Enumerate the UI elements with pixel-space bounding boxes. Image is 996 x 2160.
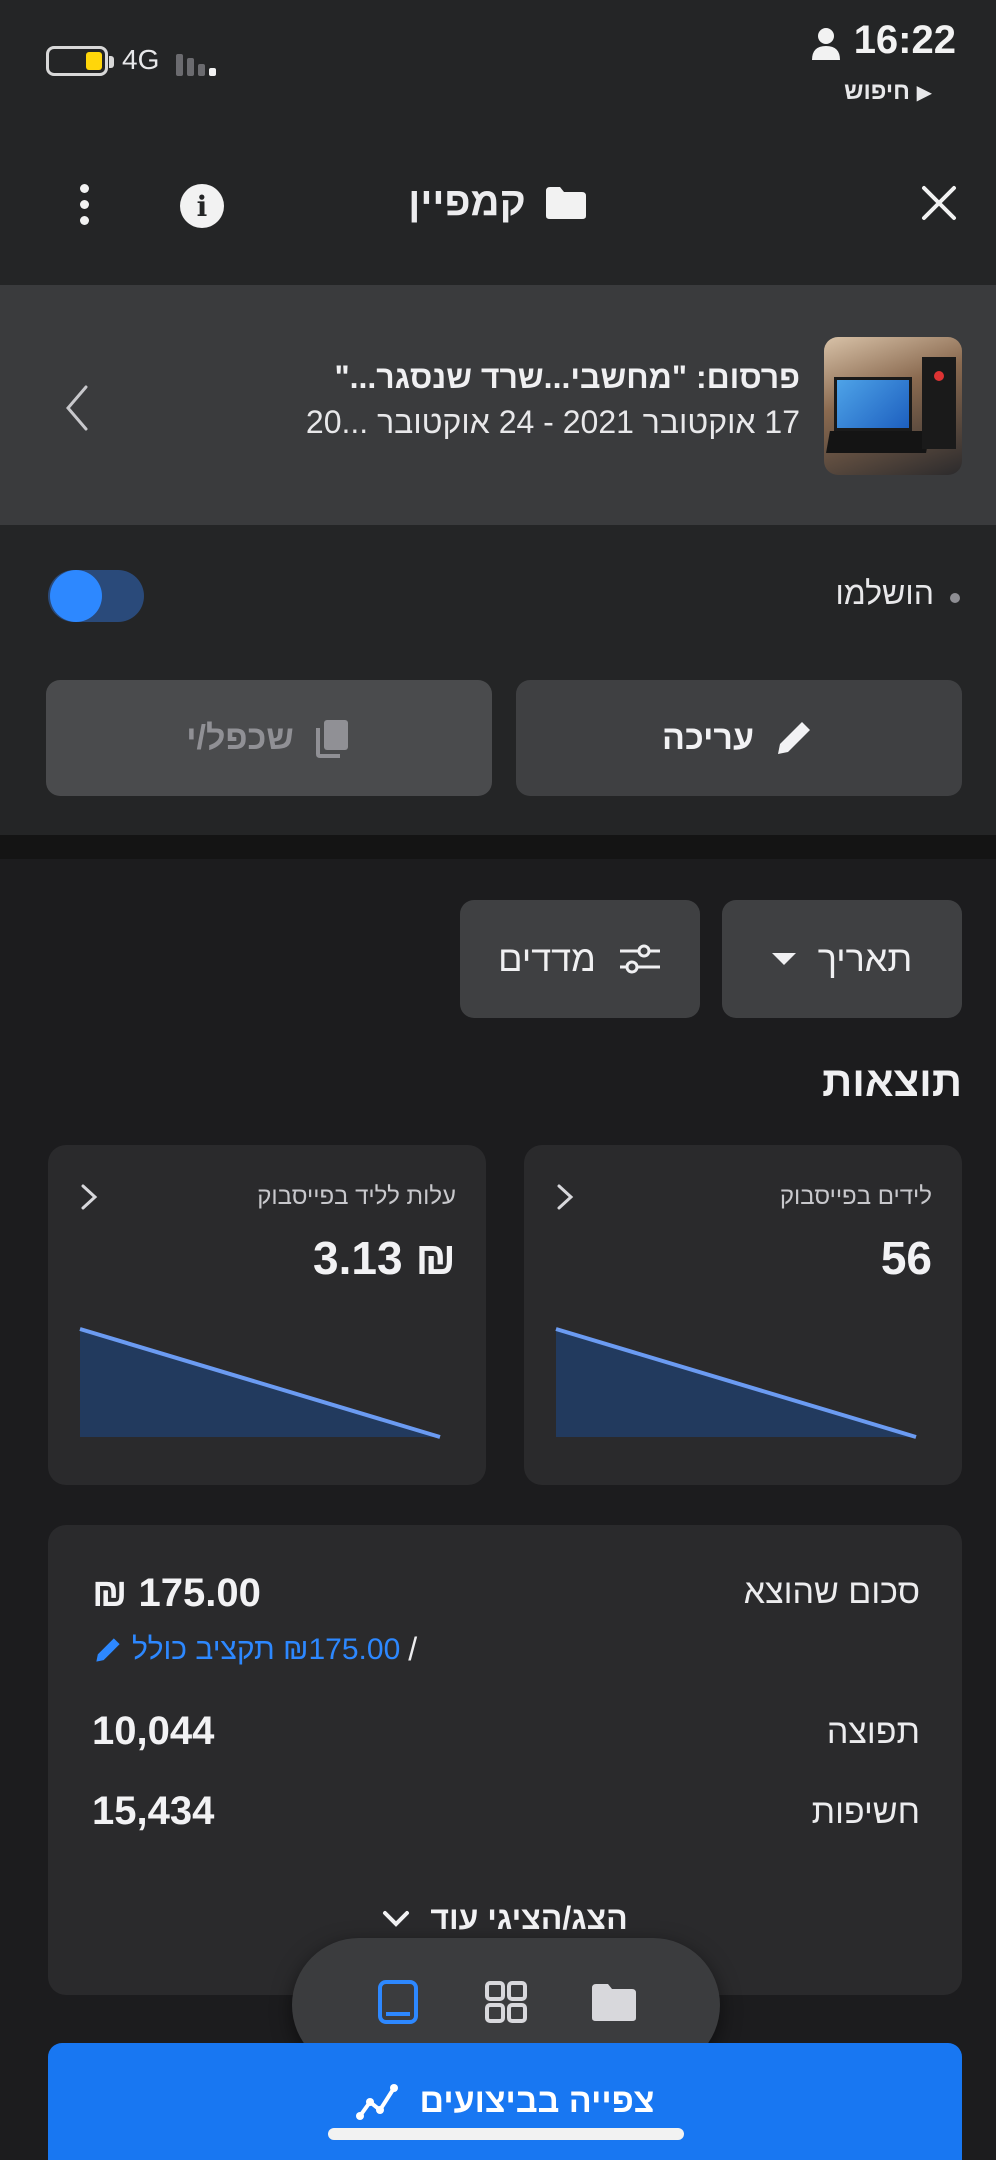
show-more-label: הצג/הציגי עוד (430, 1900, 628, 1936)
impressions-label: חשיפות (811, 1793, 920, 1831)
chevron-down-icon (383, 1910, 410, 1927)
user-icon (812, 28, 840, 60)
copy-icon (315, 720, 348, 758)
duplicate-label: שכפל/י (186, 718, 294, 757)
top-header: i קמפיין (0, 110, 996, 285)
results-heading: תוצאות (822, 1058, 962, 1105)
duplicate-button[interactable]: שכפל/י (46, 680, 492, 796)
cost-per-lead-card[interactable]: עלות לליד בפייסבוק ₪ 3.13 (48, 1145, 486, 1485)
grid-icon[interactable] (482, 1978, 530, 2026)
leads-value: 56 (880, 1232, 932, 1284)
status-bar: 4G 16:22 חיפוש ▶ (0, 0, 996, 110)
cost-per-lead-chart (79, 1327, 441, 1439)
leads-label: לידים בפייסבוק (779, 1183, 932, 1210)
ad-dates: 17 אוקטובר 2021 - 24 אוקטובר ...20 (305, 404, 800, 440)
home-indicator (328, 2128, 684, 2140)
close-button[interactable] (916, 180, 962, 226)
back-arrow-icon: ▶ (916, 82, 932, 104)
folder-icon (545, 186, 586, 219)
back-to-search-link[interactable]: חיפוש ▶ (844, 78, 932, 106)
budget-section: סכום שהוצא ₪ 175.00 / ₪175.00 תקציב כולל… (48, 1525, 962, 1995)
date-filter-label: תאריך (817, 938, 913, 979)
status-section: הושלמו עריכה שכפל/י (0, 525, 996, 835)
chevron-right-icon (557, 1184, 574, 1210)
edit-label: עריכה (662, 718, 754, 757)
view-performance-button[interactable]: צפייה בביצועים (48, 2043, 962, 2160)
total-budget-text: ₪175.00 תקציב כולל (132, 1632, 401, 1666)
edit-button[interactable]: עריכה (516, 680, 962, 796)
reach-value: 10,044 (92, 1709, 215, 1753)
chevron-right-icon (81, 1184, 98, 1210)
signal-icon (176, 52, 222, 76)
total-budget-link[interactable]: / ₪175.00 תקציב כולל (92, 1631, 417, 1668)
budget-slash: / (408, 1631, 418, 1667)
ad-summary-row[interactable]: פרסום: "מחשבי...שרד שנסגר..." 17 אוקטובר… (0, 285, 996, 525)
chevron-left-icon (66, 385, 88, 431)
leads-card[interactable]: לידים בפייסבוק 56 (524, 1145, 962, 1485)
pencil-icon (778, 722, 810, 754)
cost-per-lead-label: עלות לליד בפייסבוק (257, 1183, 456, 1210)
section-divider (0, 835, 996, 859)
impressions-value: 15,434 (92, 1789, 215, 1833)
leads-chart (555, 1327, 917, 1439)
status-label: הושלמו (835, 575, 934, 611)
metrics-filter-label: מדדים (498, 938, 596, 979)
title-wrap: קמפיין (0, 180, 996, 225)
pencil-icon (96, 1637, 120, 1662)
amount-spent-label: סכום שהוצא (743, 1573, 920, 1611)
date-filter-button[interactable]: תאריך (722, 900, 962, 1018)
battery-icon (46, 46, 114, 76)
reach-label: תפוצה (826, 1713, 920, 1751)
sliders-icon (619, 944, 660, 974)
ad-title: פרסום: "מחשבי...שרד שנסגר..." (334, 359, 800, 395)
ad-text: פרסום: "מחשבי...שרד שנסגר..." 17 אוקטובר… (306, 359, 800, 441)
caret-down-icon (771, 953, 796, 965)
page-title: קמפיין (408, 180, 526, 224)
network-type: 4G (122, 44, 160, 75)
clock: 16:22 (853, 18, 956, 62)
ad-thumbnail (824, 337, 962, 475)
show-more-button[interactable]: הצג/הציגי עוד (48, 1900, 962, 1937)
tablet-icon[interactable] (374, 1978, 422, 2026)
trend-icon (355, 2083, 398, 2120)
view-performance-label: צפייה בביצועים (419, 2082, 655, 2120)
status-dot (950, 593, 960, 603)
back-app-label: חיפוש (844, 78, 910, 105)
cost-per-lead-value: ₪ 3.13 (313, 1232, 456, 1284)
amount-spent-value: ₪ 175.00 (92, 1571, 261, 1615)
campaign-toggle[interactable] (48, 570, 144, 622)
metrics-filter-button[interactable]: מדדים (460, 900, 700, 1018)
folder-icon[interactable] (590, 1978, 638, 2026)
